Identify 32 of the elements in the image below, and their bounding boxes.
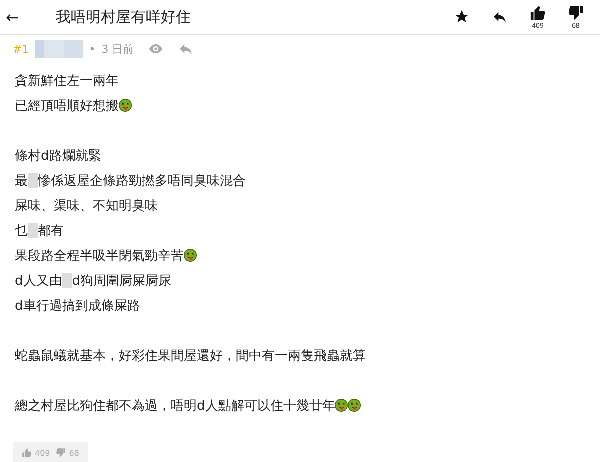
separator-dot: • [89, 42, 96, 56]
post-text: d狗周圍屙屎屙尿 [72, 272, 172, 290]
post-text: 已經頂唔順好想搬 [15, 98, 119, 114]
star-icon [454, 9, 470, 25]
post-text: 貪新鮮住左一兩年 [15, 72, 119, 90]
thumbs-down-icon [56, 448, 66, 458]
post-text: 都有 [38, 222, 64, 240]
thread-title: 我唔明村屋有咩好住 [56, 8, 192, 26]
sick-emoji-icon [335, 399, 348, 412]
post-text: 屎味、渠味、不知明臭味 [15, 198, 158, 214]
post-text: 果段路全程半吸半閉氣勁辛苦 [15, 248, 184, 264]
back-button[interactable]: ← [6, 8, 56, 26]
post-text: 蛇蟲鼠蟻就基本，好彩住果間屋還好，間中有一兩隻飛蟲就算 [15, 348, 366, 364]
thumbs-up-icon [530, 4, 546, 20]
post-text: 乜 [15, 222, 28, 240]
sick-emoji-icon [348, 399, 362, 412]
post-number: #1 [13, 42, 30, 56]
post-text: d車行過搞到成條屎路 [15, 298, 140, 314]
post-text: 慘係返屋企條路勁撚多唔同臭味混合 [38, 172, 246, 190]
redacted-username [35, 40, 84, 58]
redacted-text [28, 223, 38, 238]
post-time: 3 日前 [102, 42, 134, 56]
redacted-text [28, 173, 38, 188]
thumbs-up-icon [22, 448, 32, 458]
sick-emoji-icon [184, 249, 197, 262]
sick-emoji-icon [119, 99, 132, 112]
post-text: 總之村屋比狗住都不為過，唔明d人點解可以住十幾廿年 [15, 398, 336, 414]
post-text: 最 [15, 172, 28, 190]
thumbs-down-icon [568, 4, 584, 20]
post-text: 條村d路爛就緊 [15, 148, 102, 164]
redacted-text [62, 273, 72, 288]
post-text: d人又由 [15, 272, 62, 290]
